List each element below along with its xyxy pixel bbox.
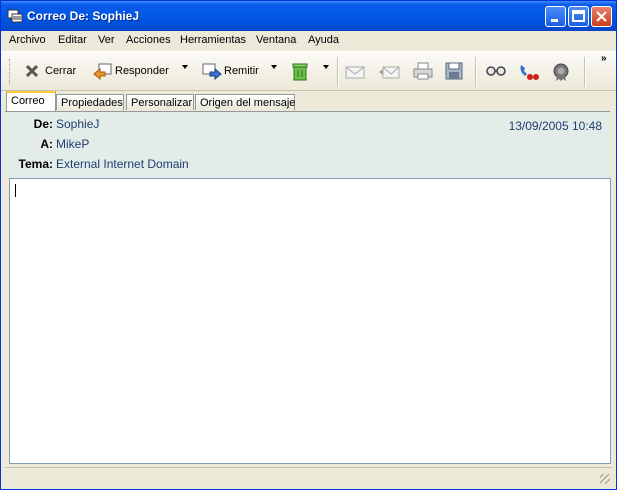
toolbar-separator xyxy=(337,57,339,87)
save-button[interactable] xyxy=(445,62,465,82)
window-title: Correo De: SophieJ xyxy=(27,9,140,23)
phone-button[interactable] xyxy=(518,62,540,82)
close-message-button[interactable]: Cerrar xyxy=(23,62,79,82)
toolbar-grip[interactable] xyxy=(9,59,12,85)
menu-bar: Archivo Editar Ver Acciones Herramientas… xyxy=(1,31,616,50)
minimize-button[interactable] xyxy=(545,6,566,27)
maximize-icon xyxy=(572,10,585,22)
close-icon xyxy=(596,11,607,22)
toolbar-separator-3 xyxy=(584,57,586,87)
menu-ventana[interactable]: Ventana xyxy=(256,34,296,46)
status-bar xyxy=(5,467,612,486)
forward-label: Remitir xyxy=(224,65,259,77)
from-value: SophieJ xyxy=(56,117,100,131)
delete-button[interactable] xyxy=(291,62,311,82)
tab-propiedades[interactable]: Propiedades xyxy=(56,94,124,110)
title-bar[interactable]: Correo De: SophieJ xyxy=(1,1,616,31)
from-label: De: xyxy=(33,117,53,131)
mark-read-button[interactable] xyxy=(345,62,365,82)
forward-icon xyxy=(202,63,222,80)
tab-origen-del-mensaje[interactable]: Origen del mensaje xyxy=(195,94,295,110)
delete-dropdown-arrow[interactable] xyxy=(323,65,329,69)
close-window-button[interactable] xyxy=(591,6,612,27)
message-datetime: 13/09/2005 10:48 xyxy=(508,119,602,133)
toolbar-separator-2 xyxy=(475,57,477,87)
mail-back-icon xyxy=(379,66,400,79)
subject-value: External Internet Domain xyxy=(56,157,189,171)
message-body[interactable] xyxy=(9,178,611,464)
tab-strip: Correo Propiedades Personalizar Origen d… xyxy=(1,91,616,111)
reply-dropdown-arrow[interactable] xyxy=(182,65,188,69)
tab-correo[interactable]: Correo xyxy=(6,91,56,111)
save-icon xyxy=(445,62,463,80)
menu-acciones[interactable]: Acciones xyxy=(126,34,171,46)
forward-dropdown-arrow[interactable] xyxy=(271,65,277,69)
previous-message-button[interactable] xyxy=(378,62,400,82)
print-button[interactable] xyxy=(413,62,433,82)
to-label: A: xyxy=(40,137,53,151)
maximize-button[interactable] xyxy=(568,6,589,27)
minimize-icon xyxy=(551,19,558,22)
seal-button[interactable] xyxy=(551,62,573,82)
message-header: De: SophieJ 13/09/2005 10:48 A: MikeP Te… xyxy=(5,111,610,178)
close-x-icon xyxy=(25,64,39,78)
text-caret xyxy=(15,184,16,197)
to-value: MikeP xyxy=(56,137,90,151)
menu-ver[interactable]: Ver xyxy=(98,34,115,46)
read-button[interactable] xyxy=(485,62,507,82)
print-icon xyxy=(413,62,433,80)
menu-herramientas[interactable]: Herramientas xyxy=(180,34,246,46)
reply-label: Responder xyxy=(115,65,169,77)
telephone-icon xyxy=(520,65,539,80)
menu-ayuda[interactable]: Ayuda xyxy=(308,34,339,46)
toolbar: Cerrar Responder Remitir xyxy=(1,51,616,91)
menu-archivo[interactable]: Archivo xyxy=(9,34,46,46)
reply-button[interactable]: Responder xyxy=(93,62,173,82)
subject-label: Tema: xyxy=(18,157,53,171)
forward-button[interactable]: Remitir xyxy=(202,62,264,82)
resize-grip[interactable] xyxy=(600,474,610,484)
toolbar-overflow-button[interactable]: » xyxy=(601,53,607,64)
menu-editar[interactable]: Editar xyxy=(58,34,87,46)
mail-window: Correo De: SophieJ Archivo Editar Ver Ac… xyxy=(0,0,617,490)
close-label: Cerrar xyxy=(45,65,77,77)
seal-icon xyxy=(553,63,569,81)
glasses-icon xyxy=(486,66,506,76)
mail-window-icon xyxy=(7,9,23,23)
tab-personalizar[interactable]: Personalizar xyxy=(126,94,194,110)
mail-read-icon xyxy=(345,66,365,79)
reply-icon xyxy=(93,63,112,80)
trash-icon xyxy=(292,63,308,81)
